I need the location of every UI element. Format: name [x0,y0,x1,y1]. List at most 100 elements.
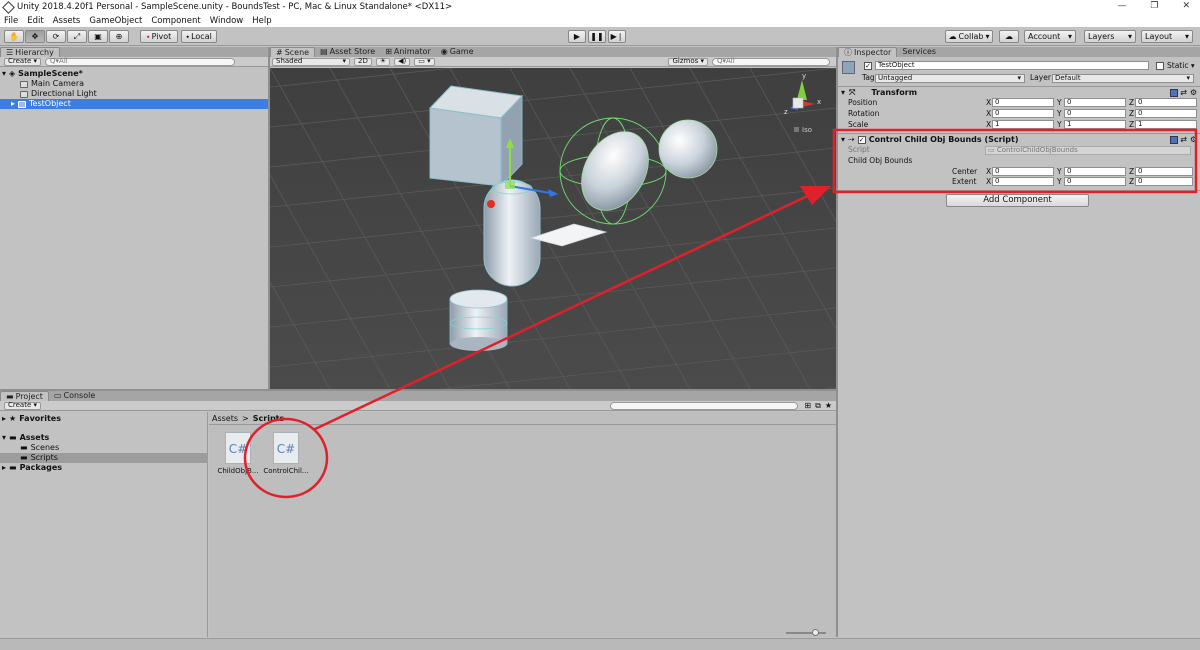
center-z-field[interactable]: 0 [1135,167,1193,176]
scene-viewport[interactable]: y x z Iso [270,68,836,389]
tab-asset-store[interactable]: ▤ Asset Store [315,47,380,57]
tab-animator[interactable]: ⊞ Animator [380,47,435,57]
hierarchy-item-directional-light[interactable]: Directional Light [20,89,97,99]
layout-dropdown[interactable]: Layout ▾ [1141,30,1193,43]
script-file-controlchildobjbounds[interactable]: C# ControlChil... [263,432,309,482]
static-checkbox[interactable] [1156,62,1164,70]
close-button[interactable]: ✕ [1182,1,1190,11]
help-icon[interactable] [1170,89,1178,97]
hand-tool-button[interactable]: ✋ [4,30,24,43]
account-dropdown[interactable]: Account ▾ [1024,30,1076,43]
tab-services[interactable]: Services [897,47,941,57]
center-x-field[interactable]: 0 [992,167,1054,176]
hierarchy-item-main-camera[interactable]: Main Camera [20,79,84,89]
scale-tool-button[interactable]: ⤢ [67,30,87,43]
rect-tool-button[interactable]: ▣ [88,30,108,43]
tab-inspector[interactable]: ⓘ Inspector [838,47,898,57]
scale-x-field[interactable]: 1 [992,120,1054,129]
tab-scene[interactable]: # Scene [270,47,316,57]
slider-handle[interactable] [812,629,819,636]
preset-icon[interactable]: ⇄ [1180,88,1187,97]
breadcrumb-assets[interactable]: Assets [212,414,238,423]
folder-packages[interactable]: ▸ ▬ Packages [2,463,62,473]
restore-button[interactable]: ❐ [1150,1,1158,11]
position-x-field[interactable]: 0 [992,98,1054,107]
lighting-toggle[interactable]: ☀ [375,57,391,66]
project-create-dropdown[interactable]: Create ▾ [4,401,42,410]
script-file-childobjbounds[interactable]: C# ChildObjB... [215,432,261,482]
pivot-toggle[interactable]: ⬩ Pivot [140,30,178,43]
local-toggle[interactable]: ⬩ Local [181,30,217,43]
active-checkbox[interactable]: ✓ [864,62,872,70]
move-tool-button[interactable]: ✥ [25,30,45,43]
menu-window[interactable]: Window [210,16,244,26]
hierarchy-create-dropdown[interactable]: Create ▾ [4,57,42,66]
folder-assets[interactable]: ▾ ▬ Assets [2,433,49,443]
collab-dropdown[interactable]: ☁ Collab ▾ [945,30,993,43]
menu-assets[interactable]: Assets [53,16,81,26]
breadcrumb-scripts[interactable]: Scripts [253,414,285,423]
extent-y-field[interactable]: 0 [1064,177,1126,186]
cloud-button[interactable]: ☁ [999,30,1019,43]
panel-divider[interactable] [268,47,270,389]
extent-x-field[interactable]: 0 [992,177,1054,186]
shading-mode-dropdown[interactable]: Shaded ▾ [272,57,350,66]
gear-icon[interactable]: ⚙ [1190,88,1197,97]
pause-button[interactable]: ❚❚ [588,30,606,43]
menu-help[interactable]: Help [252,16,271,26]
add-component-button[interactable]: Add Component [946,194,1089,207]
rotation-z-field[interactable]: 0 [1135,109,1197,118]
folder-scenes[interactable]: ▬ Scenes [20,443,59,453]
gear-icon[interactable]: ⚙ [1190,135,1197,144]
tab-hierarchy[interactable]: ☰ Hierarchy [0,47,60,57]
menu-edit[interactable]: Edit [27,16,43,26]
layers-dropdown[interactable]: Layers ▾ [1084,30,1136,43]
menu-file[interactable]: File [4,16,18,26]
folder-favorites[interactable]: ▸ ★ Favorites [2,414,61,424]
minimize-button[interactable]: — [1117,1,1126,11]
project-search-input[interactable] [610,401,799,410]
transform-tool-button[interactable]: ⊕ [109,30,129,43]
preset-icon[interactable]: ⇄ [1180,135,1187,144]
menu-component[interactable]: Component [151,16,200,26]
tag-icon[interactable]: ⧉ [815,401,821,411]
step-button[interactable]: ▶❘ [608,30,626,43]
scene-root[interactable]: ▾ ◈ SampleScene* [2,69,83,79]
panel-divider[interactable] [836,47,838,637]
position-y-field[interactable]: 0 [1064,98,1126,107]
transform-header[interactable]: ▾ ⤧ Transform [841,88,917,98]
center-y-field[interactable]: 0 [1064,167,1126,176]
rotation-x-field[interactable]: 0 [992,109,1054,118]
audio-toggle[interactable]: ◀) [394,57,411,66]
layer-dropdown[interactable]: Default ▾ [1052,74,1194,83]
tab-project[interactable]: ▬ Project [0,391,49,401]
position-z-field[interactable]: 0 [1135,98,1197,107]
panel-divider[interactable] [0,389,836,391]
rotation-y-field[interactable]: 0 [1064,109,1126,118]
scene-search-input[interactable]: Q▾All [712,57,830,66]
sphere-object[interactable] [658,119,718,179]
2d-toggle[interactable]: 2D [354,57,372,66]
cube-object[interactable] [428,85,524,188]
help-icon[interactable] [1170,136,1178,144]
effects-dropdown[interactable]: ▭ ▾ [414,57,435,66]
script-component-header[interactable]: ▾ ⇢ ✓ Control Child Obj Bounds (Script) [841,135,1019,145]
scale-z-field[interactable]: 1 [1135,120,1197,129]
play-button[interactable]: ▶ [568,30,586,43]
folder-scripts[interactable]: ▬ Scripts [0,453,208,463]
icon-size-slider[interactable] [786,629,826,636]
tag-dropdown[interactable]: Untagged ▾ [875,74,1025,83]
extent-z-field[interactable]: 0 [1135,177,1193,186]
star-icon[interactable]: ★ [825,401,832,410]
capsule-object[interactable] [483,179,541,287]
cylinder-object[interactable] [449,289,508,351]
tab-game[interactable]: ◉ Game [436,47,479,57]
object-name-field[interactable]: TestObject [875,61,1149,70]
lock-icon[interactable]: ⊞ [804,401,811,410]
rotate-tool-button[interactable]: ⟳ [46,30,66,43]
tab-console[interactable]: ▭ Console [49,391,100,401]
menu-gameobject[interactable]: GameObject [89,16,142,26]
hierarchy-search-input[interactable]: Q▾All [45,57,236,66]
hierarchy-item-testobject[interactable]: ▸ TestObject [0,99,268,109]
script-enabled-checkbox[interactable]: ✓ [857,136,866,144]
